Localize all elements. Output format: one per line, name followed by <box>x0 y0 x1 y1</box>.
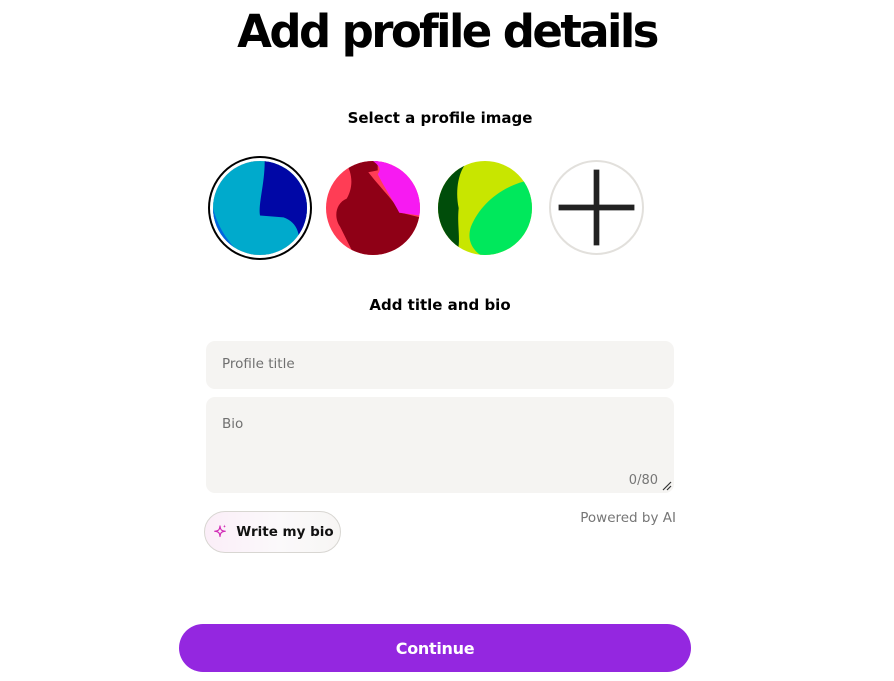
avatar-option-blue[interactable] <box>213 161 307 255</box>
write-my-bio-label: Write my bio <box>236 524 334 540</box>
sparkle-icon <box>214 524 227 538</box>
page-title: Add profile details <box>237 5 659 58</box>
add-image-button[interactable] <box>549 160 644 255</box>
write-my-bio-button[interactable]: Write my bio <box>204 511 341 553</box>
avatar-blue-image <box>213 161 307 255</box>
profile-image-label: Select a profile image <box>347 109 533 127</box>
resize-handle-icon[interactable] <box>662 481 672 491</box>
profile-title-input[interactable]: Profile title <box>206 341 674 389</box>
avatar-red-image <box>326 161 420 255</box>
profile-title-placeholder: Profile title <box>222 356 295 372</box>
bio-placeholder: Bio <box>222 416 244 432</box>
plus-icon <box>558 169 635 246</box>
powered-by-ai-text: Powered by AI <box>580 510 676 526</box>
avatar-green-image <box>438 161 532 255</box>
bio-char-counter: 0/80 <box>628 473 658 488</box>
bio-textarea[interactable]: Bio 0/80 <box>206 397 674 493</box>
continue-button[interactable]: Continue <box>179 624 691 672</box>
title-bio-label: Add title and bio <box>369 296 511 314</box>
avatar-option-red[interactable] <box>326 161 420 255</box>
avatar-option-green[interactable] <box>438 161 532 255</box>
avatar-picker <box>0 156 894 260</box>
